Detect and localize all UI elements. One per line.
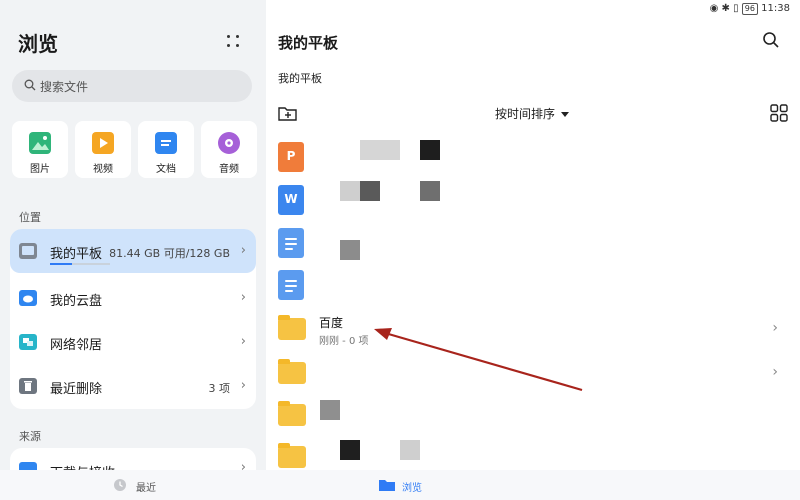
chevron-right-icon: › <box>240 378 246 393</box>
file-type-letter: W <box>284 192 298 206</box>
clock-icon <box>114 479 126 491</box>
chevron-right-icon: › <box>772 320 778 336</box>
document-icon <box>155 132 177 154</box>
document-file-icon <box>278 270 304 300</box>
search-placeholder: 搜索文件 <box>40 80 89 94</box>
redacted-filename <box>340 240 360 260</box>
search-icon <box>24 79 36 91</box>
chevron-right-icon: › <box>240 290 246 305</box>
category-label: 文档 <box>156 164 176 175</box>
document-file-icon <box>278 228 304 258</box>
clock: 11:38 <box>761 3 790 14</box>
source-header: 来源 <box>19 430 41 443</box>
more-icon[interactable] <box>224 32 244 52</box>
category-videos[interactable]: 视频 <box>75 121 131 178</box>
battery-indicator: 96 <box>741 3 758 15</box>
search-input[interactable]: 搜索文件 <box>12 70 252 102</box>
download-icon <box>19 462 37 470</box>
ppt-file-icon: P <box>278 142 304 172</box>
redacted-filename <box>400 440 420 460</box>
location-item-tablet[interactable]: 我的平板 81.44 GB 可用/128 GB › <box>10 229 256 273</box>
breadcrumb[interactable]: 我的平板 <box>278 70 322 86</box>
location-label: 我的平板 <box>50 247 103 262</box>
tab-browse[interactable]: 浏览 <box>378 470 438 500</box>
redacted-filename <box>360 140 400 160</box>
redacted-filename <box>340 440 360 460</box>
storage-usage-fill <box>50 263 72 265</box>
folder-icon <box>278 315 306 340</box>
chevron-right-icon: › <box>772 364 778 380</box>
grid-view-icon <box>770 104 788 122</box>
chevron-right-icon: › <box>240 243 246 258</box>
category-label: 视频 <box>93 164 113 175</box>
redacted-filename <box>360 181 380 201</box>
location-header: 位置 <box>19 211 41 224</box>
new-folder-button[interactable] <box>278 104 298 126</box>
cloud-icon <box>19 290 37 306</box>
folder-tab-icon <box>379 480 395 491</box>
file-row[interactable] <box>278 224 788 266</box>
storage-usage-bar <box>50 263 110 265</box>
category-label: 图片 <box>30 164 50 175</box>
word-file-icon: W <box>278 185 304 215</box>
video-icon <box>92 132 114 154</box>
file-row[interactable]: W <box>278 181 788 223</box>
file-row[interactable]: P <box>278 138 788 180</box>
redacted-filename <box>320 400 340 420</box>
file-row[interactable]: › <box>278 354 788 396</box>
file-meta: 刚刚 - 0 项 <box>319 336 369 347</box>
category-documents[interactable]: 文档 <box>138 121 194 178</box>
file-type-letter: P <box>286 149 296 163</box>
trash-count: 3 项 <box>208 382 231 395</box>
vibrate-icon: ▯ <box>733 3 739 14</box>
folder-icon <box>278 401 306 426</box>
storage-info: 81.44 GB 可用/128 GB <box>109 247 230 260</box>
sidebar: 浏览 搜索文件 图片 视频 文档 音频 位置 我的平板 81.44 GB 可用/… <box>0 0 266 470</box>
location-label: 最近删除 <box>50 382 103 397</box>
folder-icon <box>278 359 306 384</box>
category-images[interactable]: 图片 <box>12 121 68 178</box>
bottom-tab-bar: 最近 浏览 <box>0 470 800 500</box>
audio-icon <box>218 132 240 154</box>
image-icon <box>29 132 51 154</box>
redacted-filename <box>420 181 440 201</box>
tab-label: 最近 <box>136 483 156 494</box>
location-item-trash[interactable]: 最近删除 3 项 › <box>10 364 256 408</box>
tablet-icon <box>19 243 37 259</box>
new-folder-icon <box>278 107 297 121</box>
location-item-network[interactable]: 网络邻居 › <box>10 320 256 364</box>
eye-icon: ◉ <box>709 3 719 14</box>
chevron-right-icon: › <box>240 334 246 349</box>
location-label: 我的云盘 <box>50 294 103 309</box>
file-row[interactable] <box>278 266 788 308</box>
search-button[interactable] <box>762 31 780 53</box>
location-list: 我的平板 81.44 GB 可用/128 GB › 我的云盘 › 网络邻居 › … <box>10 229 256 409</box>
chevron-right-icon: › <box>240 460 246 470</box>
file-row[interactable] <box>278 396 788 438</box>
file-row-folder-baidu[interactable]: 百度 刚刚 - 0 项 › <box>278 310 788 352</box>
category-tiles: 图片 视频 文档 音频 <box>12 121 257 179</box>
location-item-cloud[interactable]: 我的云盘 › <box>10 276 256 320</box>
bluetooth-icon: ✱ <box>721 3 730 14</box>
category-audio[interactable]: 音频 <box>201 121 257 178</box>
search-icon <box>763 32 779 48</box>
sidebar-title: 浏览 <box>18 32 58 56</box>
category-label: 音频 <box>219 164 239 175</box>
folder-icon <box>278 443 306 468</box>
tab-recent[interactable]: 最近 <box>110 470 170 500</box>
grid-view-button[interactable] <box>770 104 788 126</box>
page-title: 我的平板 <box>278 34 339 52</box>
source-item-downloads[interactable]: 下载与接收 › <box>10 448 256 470</box>
redacted-filename <box>420 140 440 160</box>
location-label: 网络邻居 <box>50 338 103 353</box>
tab-label: 浏览 <box>402 483 422 494</box>
file-name: 百度 <box>319 316 344 330</box>
sort-dropdown[interactable]: 按时间排序 <box>495 105 570 122</box>
trash-icon <box>19 378 37 394</box>
network-icon <box>19 334 37 350</box>
status-bar: ◉ ✱ ▯ 96 11:38 <box>710 3 790 15</box>
source-label: 下载与接收 <box>50 462 115 470</box>
sort-label: 按时间排序 <box>495 107 556 121</box>
caret-down-icon <box>561 112 570 117</box>
